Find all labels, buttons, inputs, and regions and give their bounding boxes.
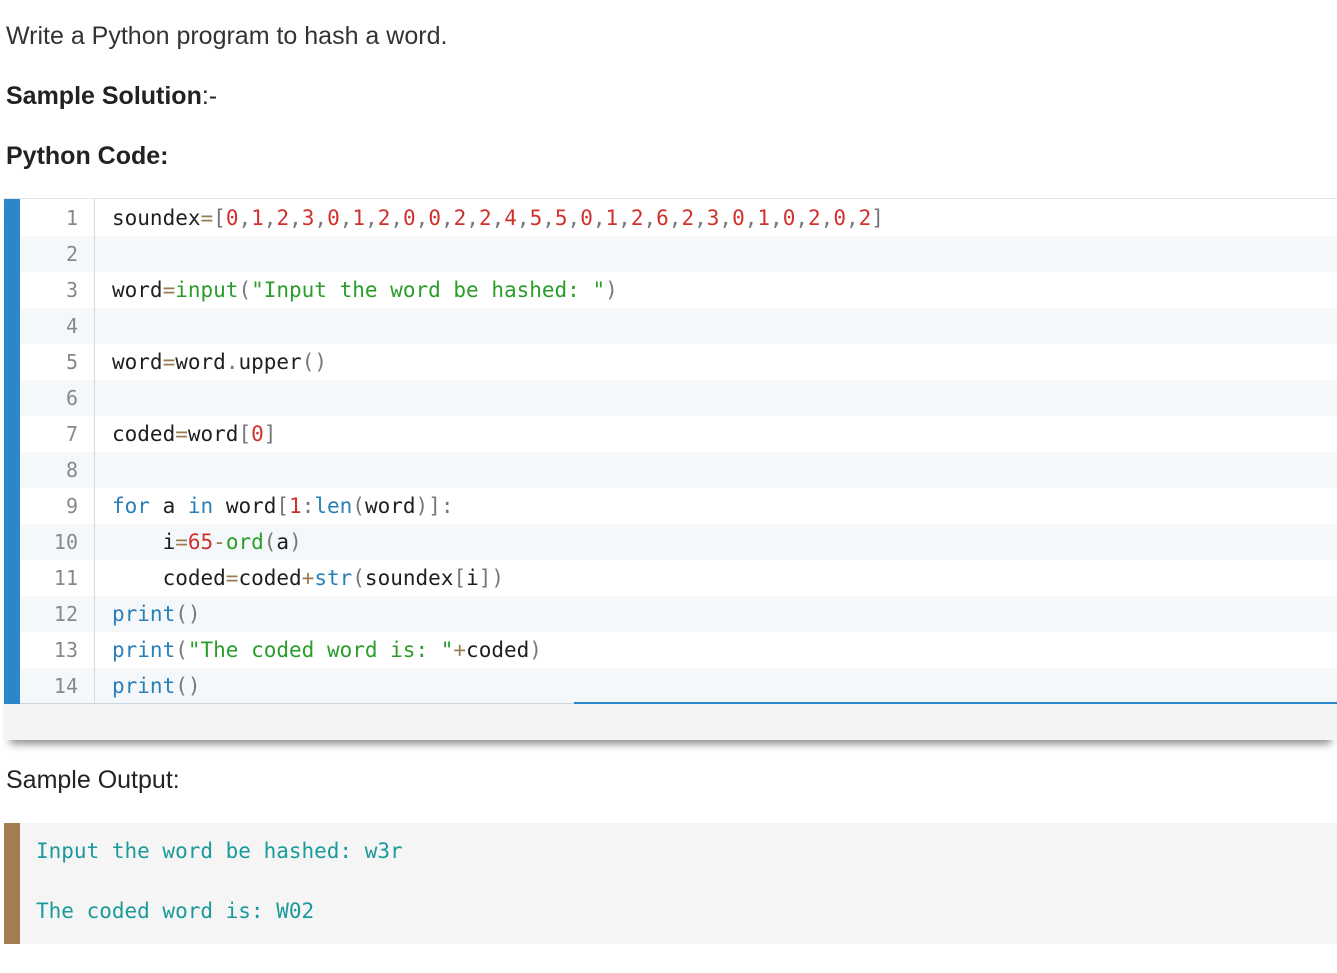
code-line: 5 word=word.upper() xyxy=(20,344,1337,380)
code-text: coded=word[0] xyxy=(112,422,277,446)
code-text: coded=coded+str(soundex[i]) xyxy=(112,566,505,590)
code-heading: Python Code: xyxy=(6,142,169,170)
line-number: 3 xyxy=(65,278,78,302)
line-number: 14 xyxy=(53,674,78,698)
code-block[interactable]: 1 soundex=[0,1,2,3,0,1,2,0,0,2,2,4,5,5,0,… xyxy=(4,198,1337,740)
code-text: soundex=[0,1,2,3,0,1,2,0,0,2,2,4,5,5,0,1… xyxy=(112,206,884,230)
line-number: 10 xyxy=(53,530,78,554)
question-text: Write a Python program to hash a word. xyxy=(6,22,448,50)
code-text: print() xyxy=(112,674,201,698)
code-accent-bar xyxy=(4,199,20,704)
output-line: Input the word be hashed: w3r xyxy=(36,839,403,863)
line-number: 1 xyxy=(65,206,78,230)
solution-heading: Sample Solution:- xyxy=(6,82,217,111)
code-line: 13 print("The coded word is: "+coded) xyxy=(20,632,1337,668)
code-line: 7 coded=word[0] xyxy=(20,416,1337,452)
line-number: 6 xyxy=(65,386,78,410)
output-block: Input the word be hashed: w3r The coded … xyxy=(4,823,1337,944)
code-text: word=input("Input the word be hashed: ") xyxy=(112,278,618,302)
code-text: for a in word[1:len(word)]: xyxy=(112,494,454,518)
code-line: 12 print() xyxy=(20,596,1337,632)
line-number: 13 xyxy=(53,638,78,662)
line-number: 11 xyxy=(53,566,78,590)
code-text: print("The coded word is: "+coded) xyxy=(112,638,542,662)
line-number: 12 xyxy=(53,602,78,626)
solution-heading-label: Sample Solution xyxy=(6,82,202,110)
line-number: 8 xyxy=(65,458,78,482)
code-footer xyxy=(4,704,1337,740)
code-line: 9 for a in word[1:len(word)]: xyxy=(20,488,1337,524)
code-line: 3 word=input("Input the word be hashed: "… xyxy=(20,272,1337,308)
solution-heading-suffix: :- xyxy=(201,82,218,110)
code-text: i=65-ord(a) xyxy=(112,530,302,554)
code-line: 10 i=65-ord(a) xyxy=(20,524,1337,560)
gutter-divider xyxy=(94,199,95,704)
code-line: 11 coded=coded+str(soundex[i]) xyxy=(20,560,1337,596)
line-number: 4 xyxy=(65,314,78,338)
line-number: 5 xyxy=(65,350,78,374)
code-lines: 1 soundex=[0,1,2,3,0,1,2,0,0,2,2,4,5,5,0,… xyxy=(20,200,1337,704)
line-number: 9 xyxy=(65,494,78,518)
code-line: 6 xyxy=(20,380,1337,416)
code-text: word=word.upper() xyxy=(112,350,327,374)
code-line: 2 xyxy=(20,236,1337,272)
code-text: print() xyxy=(112,602,201,626)
code-line: 8 xyxy=(20,452,1337,488)
line-number: 7 xyxy=(65,422,78,446)
output-heading: Sample Output: xyxy=(6,766,180,794)
output-accent-bar xyxy=(4,823,20,944)
output-line: The coded word is: W02 xyxy=(36,899,315,923)
code-line: 14 print() xyxy=(20,668,1337,704)
code-line: 4 xyxy=(20,308,1337,344)
line-number: 2 xyxy=(65,242,78,266)
code-line: 1 soundex=[0,1,2,3,0,1,2,0,0,2,2,4,5,5,0,… xyxy=(20,200,1337,236)
